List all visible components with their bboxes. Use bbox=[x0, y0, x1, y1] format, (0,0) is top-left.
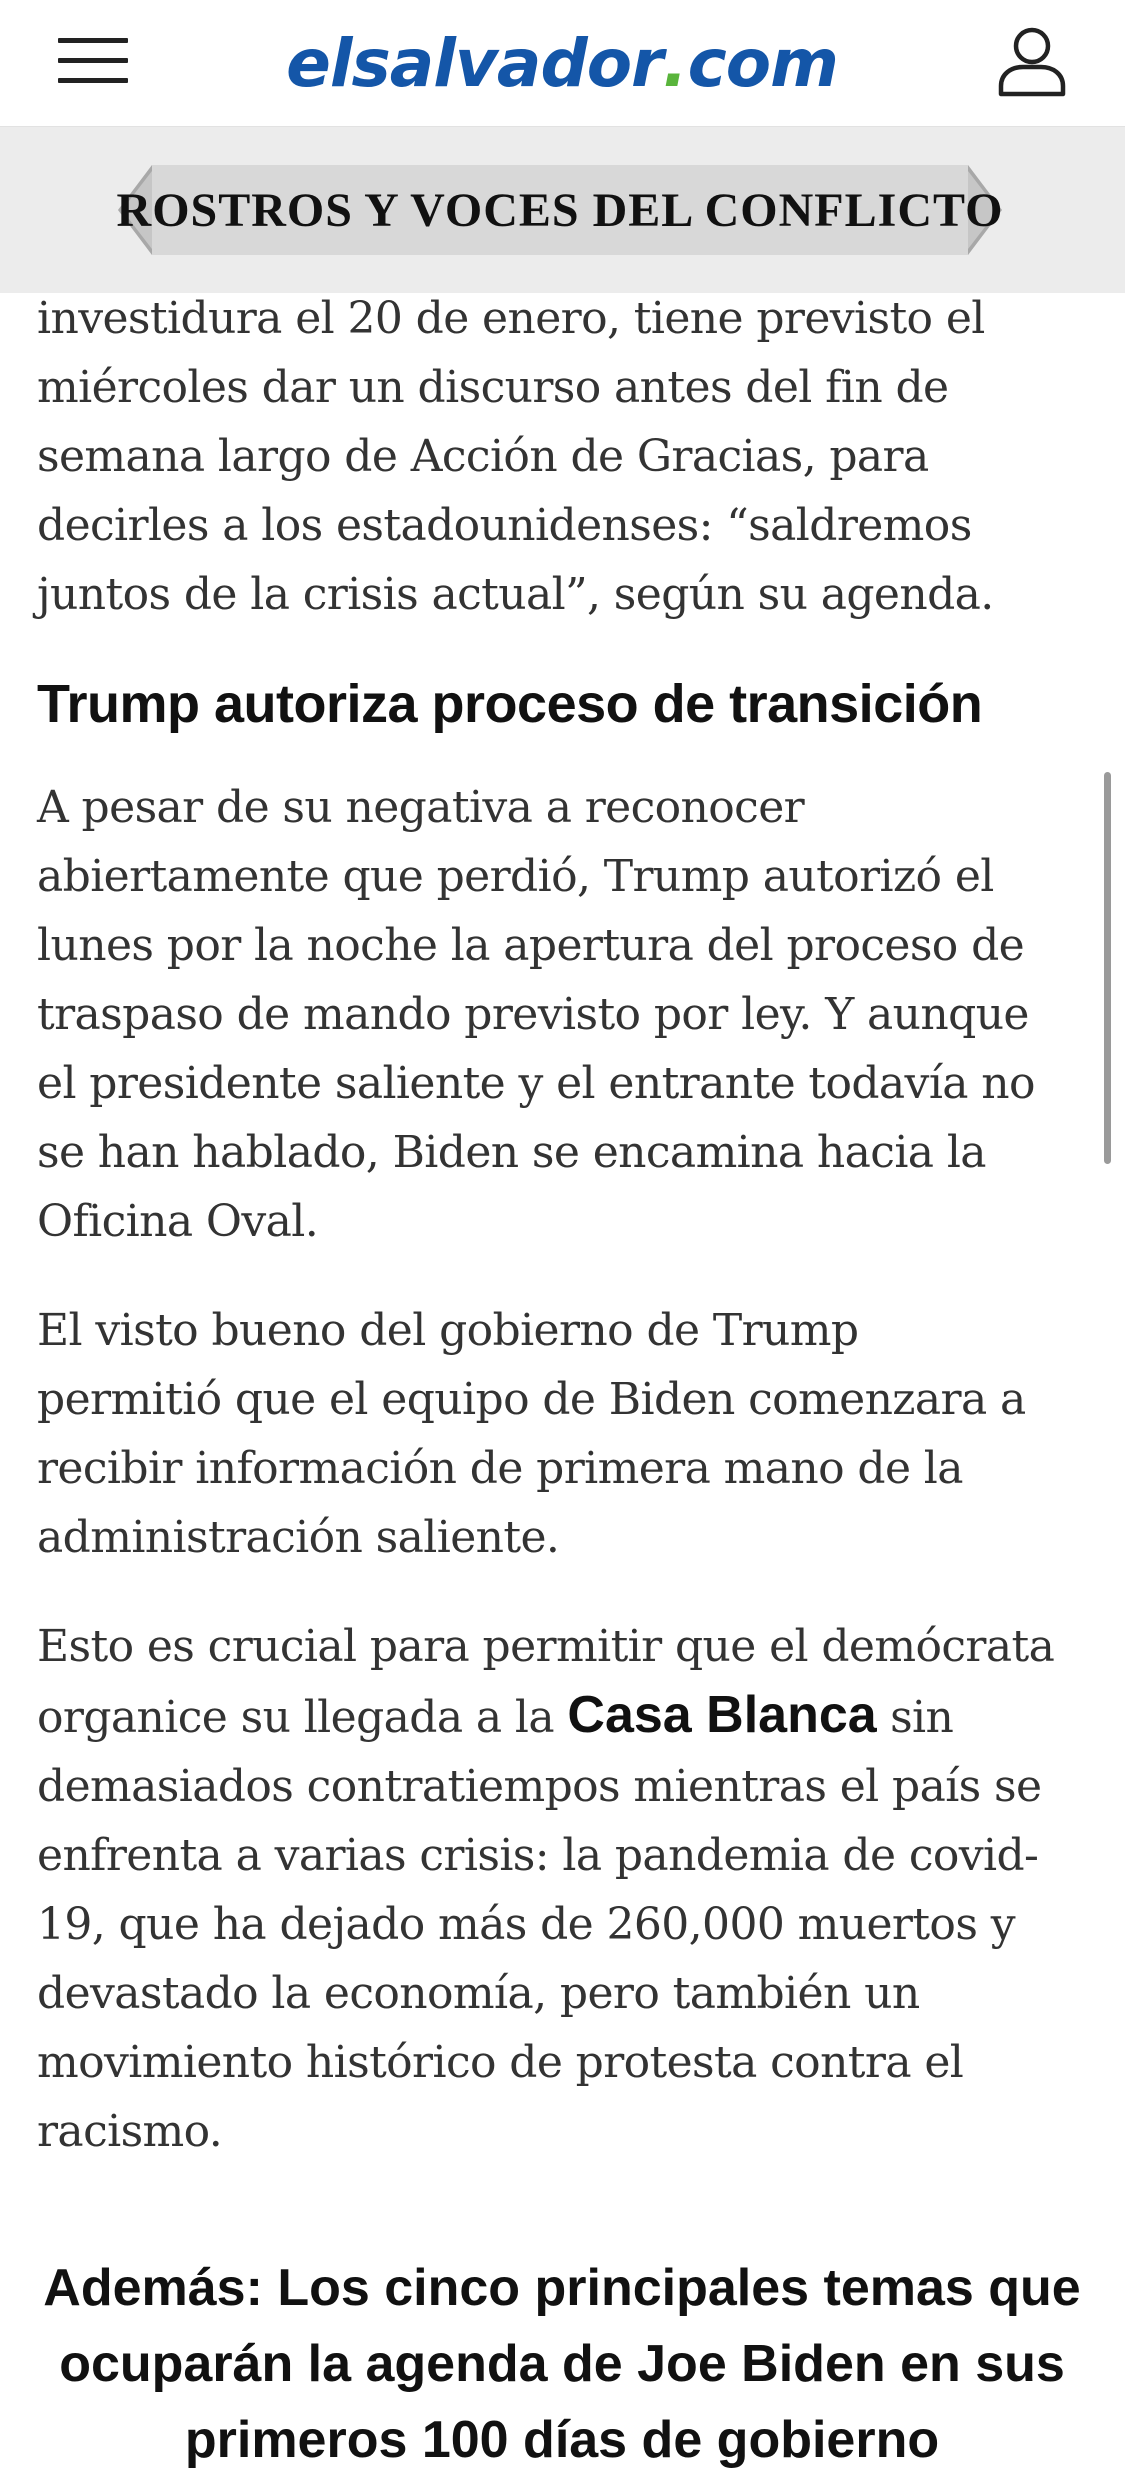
paragraph-line: el presidente saliente y el entrante tod… bbox=[37, 1058, 1036, 1109]
paragraph-line: devastado la economía, pero también un bbox=[37, 1968, 920, 2019]
scrollbar-thumb[interactable] bbox=[1104, 772, 1111, 1164]
paragraph-line: Esto es crucial para permitir que el dem… bbox=[37, 1621, 1055, 1672]
paragraph-line: traspaso de mando previsto por ley. Y au… bbox=[37, 989, 1029, 1040]
article-body: investidura el 20 de enero, tiene previs… bbox=[37, 284, 1087, 2206]
paragraph-line: enfrenta a varias crisis: la pandemia de… bbox=[37, 1830, 1039, 1881]
paragraph-text: sin bbox=[876, 1692, 954, 1743]
paragraph-line-with-link: organice su llegada a la Casa Blanca sin bbox=[37, 1681, 1087, 1752]
logo-text-tld: com bbox=[687, 24, 839, 102]
user-profile-icon-graphic bbox=[998, 27, 1066, 97]
related-link-line: primeros 100 días de gobierno bbox=[184, 2411, 940, 2469]
paragraph-line: El visto bueno del gobierno de Trump bbox=[37, 1305, 859, 1356]
paragraph-line: administración saliente. bbox=[37, 1512, 560, 1563]
paragraph-line: movimiento histórico de protesta contra … bbox=[37, 2037, 964, 2088]
menu-bar bbox=[58, 78, 128, 83]
paragraph-text: organice su llegada a la bbox=[37, 1692, 568, 1743]
paragraph-line: racismo. bbox=[37, 2106, 223, 2157]
article-paragraph: Esto es crucial para permitir que el dem… bbox=[37, 1612, 1087, 2166]
casa-blanca-link[interactable]: Casa Blanca bbox=[567, 1686, 876, 1744]
section-banner: ROSTROS Y VOCES DEL CONFLICTO bbox=[0, 127, 1125, 293]
banner-title: ROSTROS Y VOCES DEL CONFLICTO bbox=[116, 183, 1004, 237]
article-paragraph: El visto bueno del gobierno de Trump per… bbox=[37, 1296, 1087, 1572]
menu-bar bbox=[58, 38, 128, 43]
paragraph-line: recibir información de primera mano de l… bbox=[37, 1443, 963, 1494]
related-article-link[interactable]: Además: Los cinco principales temas que … bbox=[37, 2250, 1087, 2478]
article-paragraph: A pesar de su negativa a reconocer abier… bbox=[37, 773, 1087, 1256]
paragraph-line: abiertamente que perdió, Trump autorizó … bbox=[37, 851, 994, 902]
logo-text-main: elsalvador bbox=[286, 24, 664, 102]
article-subheading: Trump autoriza proceso de transición bbox=[37, 674, 983, 734]
paragraph-line: juntos de la crisis actual”, según su ag… bbox=[37, 569, 994, 620]
paragraph-line: investidura el 20 de enero, tiene previs… bbox=[37, 293, 985, 344]
paragraph-line: semana largo de Acción de Gracias, para bbox=[37, 431, 929, 482]
logo-text-dot: . bbox=[662, 24, 688, 102]
paragraph-line: demasiados contratiempos mientras el paí… bbox=[37, 1761, 1042, 1812]
paragraph-line: Oficina Oval. bbox=[37, 1196, 319, 1247]
site-logo[interactable]: elsalvador. com bbox=[242, 18, 882, 108]
paragraph-line: se han hablado, Biden se encamina hacia … bbox=[37, 1127, 987, 1178]
site-header: elsalvador. com bbox=[0, 0, 1125, 127]
paragraph-line: lunes por la noche la apertura del proce… bbox=[37, 920, 1025, 971]
paragraph-line: miércoles dar un discurso antes del fin … bbox=[37, 362, 949, 413]
hamburger-menu-icon[interactable] bbox=[58, 38, 130, 84]
paragraph-line: decirles a los estadounidenses: “saldrem… bbox=[37, 500, 972, 551]
paragraph-line: A pesar de su negativa a reconocer bbox=[37, 782, 805, 833]
menu-bar bbox=[58, 58, 128, 63]
paragraph-line: 19, que ha dejado más de 260,000 muertos… bbox=[37, 1899, 1016, 1950]
user-profile-icon[interactable] bbox=[996, 26, 1068, 98]
article-paragraph: investidura el 20 de enero, tiene previs… bbox=[37, 284, 1087, 629]
paragraph-line: permitió que el equipo de Biden comenzar… bbox=[37, 1374, 1026, 1425]
related-link-line: Además: Los cinco principales temas que bbox=[43, 2259, 1081, 2317]
banner-title-wrapper[interactable]: ROSTROS Y VOCES DEL CONFLICTO bbox=[116, 163, 1004, 257]
related-link-line: ocuparán la agenda de Joe Biden en sus bbox=[59, 2335, 1065, 2393]
